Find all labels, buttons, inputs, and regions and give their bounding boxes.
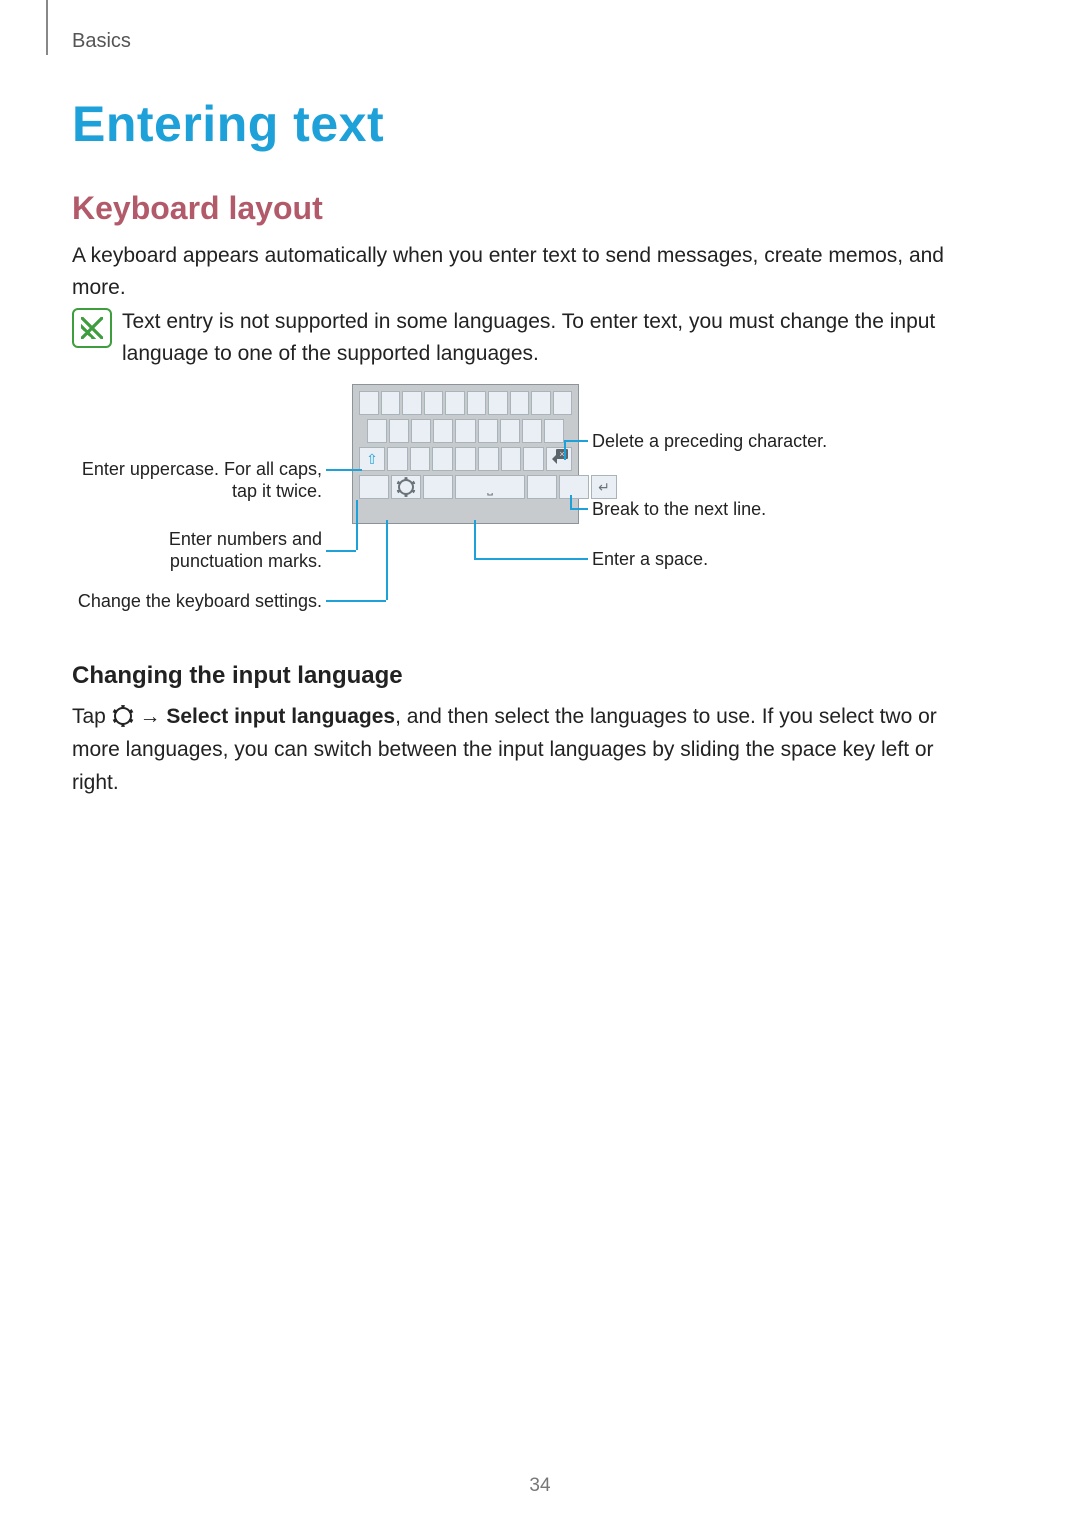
callout-delete: Delete a preceding character. xyxy=(592,430,827,452)
leader-line xyxy=(326,550,356,552)
callout-numbers: Enter numbers and punctuation marks. xyxy=(72,528,322,572)
keyboard-image: ⇧ ⎵ ↵ xyxy=(352,384,579,524)
intro-paragraph: A keyboard appears automatically when yo… xyxy=(72,240,952,304)
header-rule xyxy=(46,0,48,55)
note-block: Text entry is not supported in some lang… xyxy=(72,306,952,370)
leader-line xyxy=(564,440,566,460)
shift-key: ⇧ xyxy=(359,447,385,471)
leader-line xyxy=(564,440,588,442)
space-key: ⎵ xyxy=(455,475,525,499)
leader-line xyxy=(326,600,386,602)
note-text: Text entry is not supported in some lang… xyxy=(122,306,952,370)
leader-line xyxy=(474,558,588,560)
callout-settings: Change the keyboard settings. xyxy=(72,590,322,612)
leader-line xyxy=(474,520,476,558)
subheading: Changing the input language xyxy=(72,662,403,690)
enter-key: ↵ xyxy=(591,475,617,499)
p2-pre: Tap xyxy=(72,705,112,728)
p2-bold: → Select input languages xyxy=(134,705,395,728)
sym-key xyxy=(359,475,389,499)
note-icon xyxy=(72,308,112,348)
leader-line xyxy=(386,520,388,600)
gear-icon xyxy=(398,479,414,495)
backspace-key xyxy=(546,447,572,471)
leader-line xyxy=(570,495,572,509)
callout-nextline: Break to the next line. xyxy=(592,498,766,520)
leader-line xyxy=(326,469,362,471)
page-number: 34 xyxy=(0,1475,1080,1497)
section-label: Basics xyxy=(72,30,131,53)
gear-icon xyxy=(114,707,132,725)
callout-uppercase: Enter uppercase. For all caps, tap it tw… xyxy=(72,458,322,502)
settings-key xyxy=(391,475,421,499)
page-title: Entering text xyxy=(72,95,384,153)
keyboard-diagram: ⇧ ⎵ ↵ Enter uppercase. For all caps, tap… xyxy=(72,380,952,620)
changing-language-paragraph: Tap → Select input languages, and then s… xyxy=(72,700,952,799)
subsection-title: Keyboard layout xyxy=(72,190,323,227)
callout-space: Enter a space. xyxy=(592,548,708,570)
leader-line xyxy=(570,508,588,510)
leader-line xyxy=(356,500,358,550)
